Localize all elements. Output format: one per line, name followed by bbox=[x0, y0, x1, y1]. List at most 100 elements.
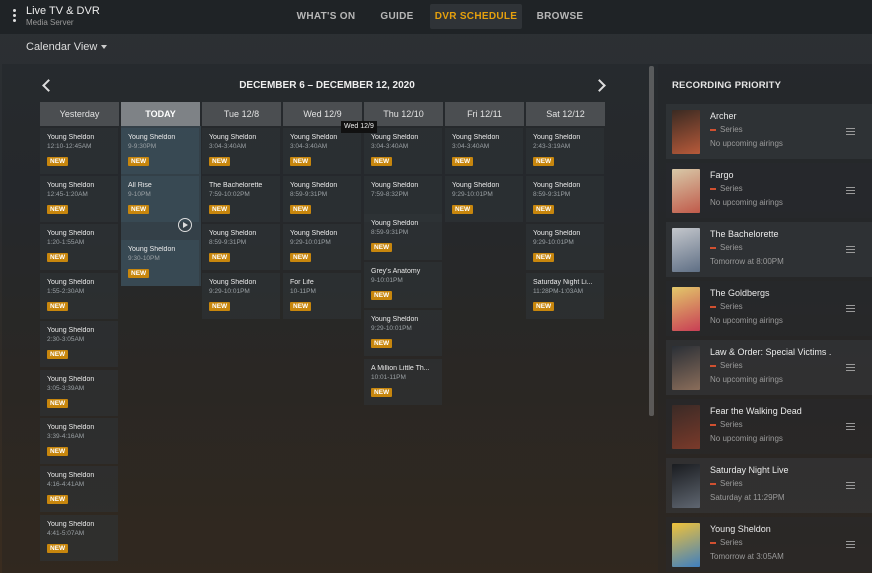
schedule-item[interactable]: Young Sheldon 4:16-4:41AM NEW bbox=[40, 466, 118, 512]
priority-item[interactable]: Archer Series No upcoming airings bbox=[666, 104, 872, 159]
schedule-item[interactable]: Young Sheldon 9:29-10:01PM NEW bbox=[202, 273, 280, 319]
schedule-item[interactable]: Young Sheldon 9:30-10PM NEW bbox=[121, 240, 199, 286]
priority-item[interactable]: The Bachelorette Series Tomorrow at 8:00PM bbox=[666, 222, 872, 277]
priority-item[interactable]: The Goldbergs Series No upcoming airings bbox=[666, 281, 872, 336]
schedule-item[interactable]: Young Sheldon 8:59-9:31PM NEW bbox=[364, 214, 442, 260]
schedule-item[interactable]: Young Sheldon 12:10-12:45AM NEW bbox=[40, 128, 118, 174]
schedule-item[interactable]: Young Sheldon 9:29-10:01PM NEW bbox=[445, 176, 523, 222]
schedule-item-title: Young Sheldon bbox=[47, 472, 95, 479]
schedule-item-time: 9:29-10:01PM bbox=[533, 239, 574, 246]
schedule-item[interactable]: Young Sheldon 4:41-5:07AM NEW bbox=[40, 515, 118, 561]
schedule-item[interactable]: Young Sheldon 3:05-3:39AM NEW bbox=[40, 370, 118, 416]
schedule-item-title: Young Sheldon bbox=[371, 220, 419, 227]
new-badge: NEW bbox=[290, 157, 312, 166]
new-badge: NEW bbox=[47, 302, 69, 311]
priority-item-name: Fargo bbox=[710, 170, 734, 180]
priority-item[interactable]: Saturday Night Live Series Saturday at 11:… bbox=[666, 458, 872, 513]
schedule-item[interactable]: Young Sheldon 2:43-3:19AM NEW bbox=[526, 128, 604, 174]
tab-browse[interactable]: BROWSE bbox=[530, 4, 590, 29]
new-badge: NEW bbox=[47, 399, 69, 408]
schedule-item-title: Young Sheldon bbox=[533, 230, 581, 237]
priority-item-name: Young Sheldon bbox=[710, 524, 771, 534]
priority-item-status: No upcoming airings bbox=[710, 375, 783, 384]
schedule-item-time: 3:39-4:16AM bbox=[47, 433, 85, 440]
schedule-item[interactable]: Young Sheldon 9:29-10:01PM NEW bbox=[526, 224, 604, 270]
schedule-item[interactable]: Young Sheldon 9-9:30PM NEW bbox=[121, 128, 199, 174]
priority-item[interactable]: Law & Order: Special Victims ... Series No… bbox=[666, 340, 872, 395]
day-header-5: Fri 12/11 bbox=[445, 102, 524, 126]
schedule-item-title: Young Sheldon bbox=[128, 246, 176, 253]
schedule-item-title: Young Sheldon bbox=[47, 182, 95, 189]
schedule-item[interactable]: Saturday Night Li... 11:28PM-1:03AM NEW bbox=[526, 273, 604, 319]
schedule-item[interactable]: Young Sheldon 3:04-3:40AM NEW bbox=[364, 128, 442, 174]
poster-thumbnail bbox=[672, 287, 700, 331]
new-badge: NEW bbox=[209, 157, 231, 166]
new-badge: NEW bbox=[128, 205, 150, 214]
schedule-item[interactable]: For Life 10-11PM NEW bbox=[283, 273, 361, 319]
view-selector[interactable]: Calendar View bbox=[26, 41, 108, 53]
new-badge: NEW bbox=[290, 253, 312, 262]
schedule-item-title: Young Sheldon bbox=[533, 182, 581, 189]
priority-item-type-label: Series bbox=[720, 125, 743, 134]
schedule-item-title: Young Sheldon bbox=[47, 134, 95, 141]
schedule-item-title: Young Sheldon bbox=[371, 316, 419, 323]
schedule-item[interactable]: Young Sheldon 3:39-4:16AM NEW bbox=[40, 418, 118, 464]
priority-item[interactable]: Young Sheldon Series Tomorrow at 3:05AM bbox=[666, 517, 872, 572]
calendar-scrollbar[interactable] bbox=[649, 66, 654, 416]
poster-thumbnail bbox=[672, 228, 700, 272]
schedule-item-time: 9:29-10:01PM bbox=[290, 239, 331, 246]
schedule-item[interactable]: Young Sheldon 12:45-1:20AM NEW bbox=[40, 176, 118, 222]
schedule-item[interactable]: Young Sheldon 3:04-3:40AM NEW bbox=[283, 128, 361, 174]
play-icon[interactable] bbox=[178, 218, 192, 232]
schedule-item[interactable]: Young Sheldon 8:59-9:31PM NEW bbox=[202, 224, 280, 270]
schedule-item[interactable]: Young Sheldon 9:29-10:01PM NEW bbox=[283, 224, 361, 270]
schedule-item-title: Saturday Night Li... bbox=[533, 279, 593, 286]
schedule-item[interactable]: Young Sheldon 3:04-3:40AM NEW bbox=[445, 128, 523, 174]
tab-whats-on[interactable]: WHAT'S ON bbox=[288, 4, 364, 29]
previous-week-icon[interactable] bbox=[40, 78, 54, 92]
schedule-item-title: Young Sheldon bbox=[128, 134, 176, 141]
more-menu-icon[interactable] bbox=[10, 9, 18, 25]
schedule-item[interactable]: Young Sheldon 1:20-1:55AM NEW bbox=[40, 224, 118, 270]
schedule-item[interactable]: Young Sheldon 3:04-3:40AM NEW bbox=[202, 128, 280, 174]
priority-item-type-label: Series bbox=[720, 538, 743, 547]
app-title: Live TV & DVR bbox=[26, 5, 100, 17]
drag-handle-icon[interactable] bbox=[846, 423, 855, 430]
schedule-item-time: 8:59-9:31PM bbox=[290, 191, 328, 198]
drag-handle-icon[interactable] bbox=[846, 128, 855, 135]
calendar-panel: DECEMBER 6 – DECEMBER 12, 2020 Yesterday… bbox=[2, 64, 658, 573]
drag-handle-icon[interactable] bbox=[846, 482, 855, 489]
priority-item-name: The Bachelorette bbox=[710, 229, 779, 239]
drag-handle-icon[interactable] bbox=[846, 305, 855, 312]
schedule-item[interactable]: Young Sheldon 8:59-9:31PM NEW bbox=[526, 176, 604, 222]
schedule-item[interactable]: Young Sheldon 9:29-10:01PM NEW bbox=[364, 310, 442, 356]
drag-handle-icon[interactable] bbox=[846, 187, 855, 194]
schedule-item[interactable]: Young Sheldon 2:30-3:05AM NEW bbox=[40, 321, 118, 367]
next-week-icon[interactable] bbox=[594, 78, 608, 92]
poster-thumbnail bbox=[672, 169, 700, 213]
priority-item[interactable]: Fear the Walking Dead Series No upcoming a… bbox=[666, 399, 872, 454]
schedule-item[interactable]: Young Sheldon 8:59-9:31PM NEW bbox=[283, 176, 361, 222]
drag-handle-icon[interactable] bbox=[846, 364, 855, 371]
record-series-icon bbox=[710, 423, 716, 426]
schedule-item[interactable]: Young Sheldon 1:55-2:30AM NEW bbox=[40, 273, 118, 319]
schedule-item[interactable]: The Bachelorette 7:59-10:02PM NEW bbox=[202, 176, 280, 222]
new-badge: NEW bbox=[290, 302, 312, 311]
schedule-item-title: Young Sheldon bbox=[47, 521, 95, 528]
tab-guide[interactable]: GUIDE bbox=[372, 4, 422, 29]
tab-dvr-schedule[interactable]: DVR SCHEDULE bbox=[430, 4, 522, 29]
schedule-item-time: 2:43-3:19AM bbox=[533, 143, 571, 150]
schedule-item-title: Young Sheldon bbox=[47, 376, 95, 383]
schedule-item[interactable]: Grey's Anatomy 9-10:01PM NEW bbox=[364, 262, 442, 308]
drag-handle-icon[interactable] bbox=[846, 541, 855, 548]
priority-item-name: Fear the Walking Dead bbox=[710, 406, 802, 416]
drag-handle-icon[interactable] bbox=[846, 246, 855, 253]
schedule-item-time: 8:59-9:31PM bbox=[371, 229, 409, 236]
schedule-item-title: A Million Little Th... bbox=[371, 365, 430, 372]
schedule-item-time: 3:04-3:40AM bbox=[290, 143, 328, 150]
priority-item[interactable]: Fargo Series No upcoming airings bbox=[666, 163, 872, 218]
new-badge: NEW bbox=[47, 447, 69, 456]
schedule-item[interactable]: All Rise 9-10PM NEW bbox=[121, 176, 199, 222]
schedule-item-time: 10-11PM bbox=[290, 288, 316, 295]
schedule-item[interactable]: A Million Little Th... 10:01-11PM NEW bbox=[364, 359, 442, 405]
